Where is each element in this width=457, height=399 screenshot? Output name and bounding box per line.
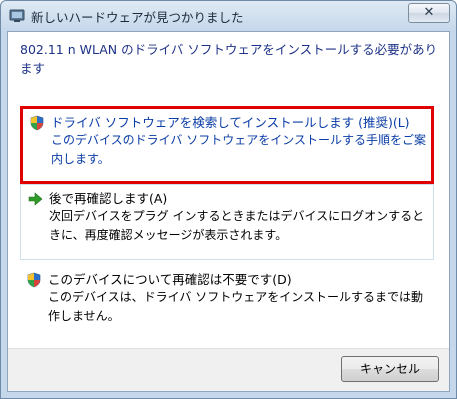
hardware-icon bbox=[9, 9, 25, 22]
dialog-footer: キャンセル bbox=[8, 348, 449, 391]
close-button[interactable]: ✕ bbox=[408, 3, 450, 23]
green-arrow-icon bbox=[28, 192, 43, 206]
option-description: このデバイスは、ドライバ ソフトウェアをインストールするまでは動作しません。 bbox=[48, 290, 423, 323]
option-title: 後で再確認します(A) bbox=[49, 191, 168, 206]
cancel-button[interactable]: キャンセル bbox=[341, 356, 439, 382]
option-description: このデバイスのドライバ ソフトウェアをインストールする手順をご案内します。 bbox=[51, 133, 426, 166]
option-title: ドライバ ソフトウェアを検索してインストールします (推奨)(L) bbox=[51, 115, 410, 130]
main-instruction: 802.11 n WLAN のドライバ ソフトウェアをインストールする必要があり… bbox=[20, 42, 438, 76]
window-title: 新しいハードウェアが見つかりました bbox=[31, 10, 244, 25]
option-description: 次回デバイスをプラグ インするときまたはデバイスにログオンするときに、再度確認メ… bbox=[49, 209, 425, 242]
dialog-content: 802.11 n WLAN のドライバ ソフトウェアをインストールする必要があり… bbox=[7, 31, 450, 392]
dialog-window: 新しいハードウェアが見つかりました ✕ 802.11 n WLAN のドライバ … bbox=[0, 0, 457, 399]
option-title: このデバイスについて再確認は不要です(D) bbox=[48, 272, 292, 287]
option-search-install[interactable]: ドライバ ソフトウェアを検索してインストールします (推奨)(L) このデバイス… bbox=[20, 106, 434, 184]
title-bar[interactable]: 新しいハードウェアが見つかりました ✕ bbox=[1, 1, 456, 31]
option-dont-ask-again[interactable]: このデバイスについて再確認は不要です(D) このデバイスは、ドライバ ソフトウェ… bbox=[20, 266, 434, 336]
option-ask-later[interactable]: 後で再確認します(A) 次回デバイスをプラグ インするときまたはデバイスにログオ… bbox=[20, 184, 434, 260]
shield-icon bbox=[30, 115, 44, 131]
shield-icon bbox=[27, 272, 41, 288]
